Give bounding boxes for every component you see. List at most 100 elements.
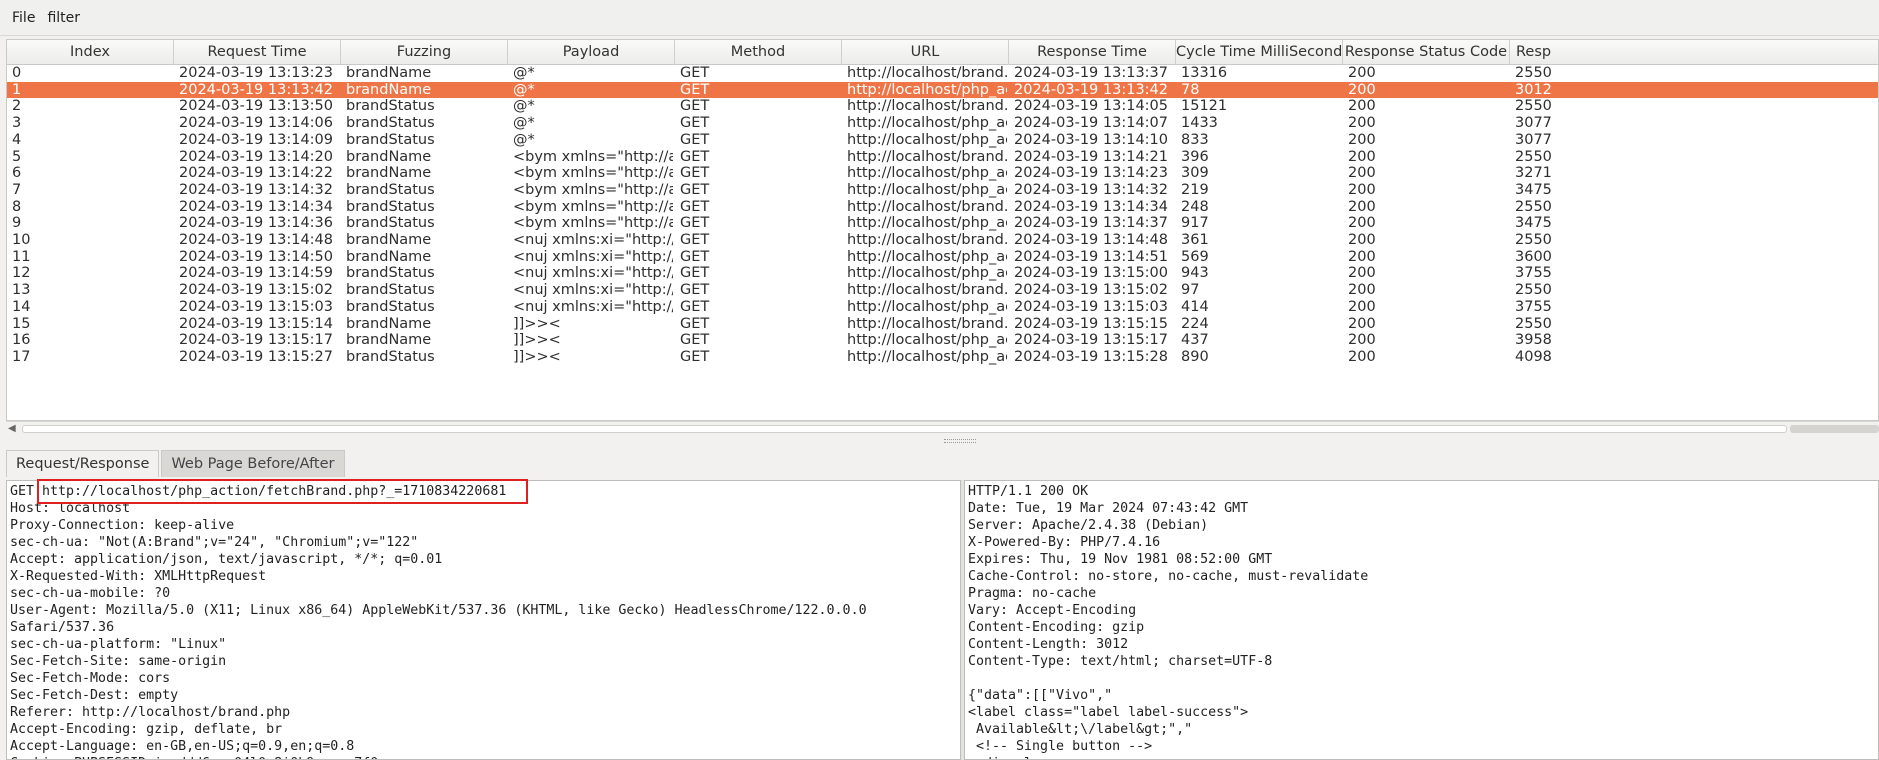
cell-col-method: GET: [680, 348, 710, 365]
table-row[interactable]: 3 2024-03-19 13:14:06 brandStatus @* GET http…: [7, 115, 1878, 132]
menu-filter[interactable]: filter: [41, 8, 86, 28]
header-col-fuzzing[interactable]: Fuzzing: [341, 40, 508, 65]
cell-col-status-code: 200: [1348, 315, 1376, 332]
header-col-request-time[interactable]: Request Time: [174, 40, 341, 65]
cell-col-url: http://localhost/brand.php: [847, 282, 1007, 299]
cell-col-cycle-time: 890: [1181, 348, 1209, 365]
cell-col-request-time: 2024-03-19 13:14:59: [179, 265, 333, 282]
tab-web-page-before-after[interactable]: Web Page Before/After: [161, 450, 345, 477]
cell-col-cycle-time: 396: [1181, 148, 1209, 165]
request-line: sec-ch-ua-platform: "Linux": [10, 637, 227, 652]
cell-col-cycle-time: 309: [1181, 165, 1209, 182]
table-row[interactable]: 14 2024-03-19 13:15:03 brandStatus <nuj xml…: [7, 299, 1878, 316]
cell-col-fuzzing: brandName: [346, 315, 432, 332]
cell-col-response: 2550: [1515, 65, 1552, 81]
table-row[interactable]: 10 2024-03-19 13:14:48 brandName <nuj xmlns…: [7, 232, 1878, 249]
cell-col-cycle-time: 224: [1181, 315, 1209, 332]
cell-col-status-code: 200: [1348, 181, 1376, 198]
cell-col-method: GET: [680, 265, 710, 282]
header-col-response[interactable]: Resp: [1510, 40, 1878, 65]
header-col-response-time[interactable]: Response Time: [1009, 40, 1176, 65]
header-col-cycle-time[interactable]: Cycle Time MilliSeconds: [1176, 40, 1343, 65]
cell-col-cycle-time: 917: [1181, 215, 1209, 232]
cell-col-response: 2550: [1515, 232, 1552, 248]
cell-col-request-time: 2024-03-19 13:13:23: [179, 65, 333, 81]
cell-col-cycle-time: 569: [1181, 248, 1209, 265]
cell-col-request-time: 2024-03-19 13:14:32: [179, 181, 333, 198]
menu-file[interactable]: File: [6, 8, 41, 28]
request-line: Accept-Language: en-GB,en-US;q=0.9,en;q=…: [10, 739, 355, 754]
table-row[interactable]: 1 2024-03-19 13:13:42 brandName @* GET http:/…: [7, 81, 1878, 99]
cell-col-response-time: 2024-03-19 13:14:37: [1014, 215, 1168, 232]
header-col-payload[interactable]: Payload: [508, 40, 675, 65]
response-line: Content-Length: 3012: [968, 637, 1129, 652]
cell-col-request-time: 2024-03-19 13:15:17: [179, 332, 333, 349]
tab-request-response[interactable]: Request/Response: [6, 450, 160, 477]
table-row[interactable]: 11 2024-03-19 13:14:50 brandName <nuj xmlns…: [7, 249, 1878, 266]
response-line: Content-Encoding: gzip: [968, 620, 1145, 635]
table-row[interactable]: 8 2024-03-19 13:14:34 brandStatus <bym xmln…: [7, 199, 1878, 216]
table-row[interactable]: 5 2024-03-19 13:14:20 brandName <bym xmlns=…: [7, 149, 1878, 166]
table-row[interactable]: 9 2024-03-19 13:14:36 brandStatus <bym xmln…: [7, 215, 1878, 232]
cell-col-cycle-time: 943: [1181, 265, 1209, 282]
cell-col-response: 2550: [1515, 148, 1552, 165]
cell-col-fuzzing: brandName: [346, 248, 432, 265]
cell-col-index: 7: [12, 181, 22, 198]
header-col-method[interactable]: Method: [675, 40, 842, 65]
cell-col-method: GET: [680, 181, 710, 198]
table-row[interactable]: 4 2024-03-19 13:14:09 brandStatus @* GET http…: [7, 132, 1878, 149]
header-col-status-code[interactable]: Response Status Code: [1343, 40, 1510, 65]
cell-col-fuzzing: brandName: [346, 81, 432, 98]
results-table: Index Request Time Fuzzing Payload Method URL…: [6, 39, 1879, 421]
cell-col-url: http://localhost/brand.php: [847, 232, 1007, 248]
table-row[interactable]: 16 2024-03-19 13:15:17 brandName]]>>< GET ht…: [7, 332, 1878, 349]
cell-col-payload: <nuj xmlns:xi="http://www.: [513, 265, 673, 282]
cell-col-fuzzing: brandStatus: [346, 98, 435, 115]
table-row[interactable]: 7 2024-03-19 13:14:32 brandStatus <bym xmln…: [7, 182, 1878, 199]
cell-col-payload: <bym xmlns="http://a.b/" xi: [513, 215, 673, 232]
cell-col-response-time: 2024-03-19 13:15:15: [1014, 315, 1168, 332]
cell-col-request-time: 2024-03-19 13:14:20: [179, 148, 333, 165]
horizontal-scrollbar[interactable]: ◀: [6, 421, 1879, 435]
cell-col-response-time: 2024-03-19 13:15:02: [1014, 282, 1168, 299]
request-line: Proxy-Connection: keep-alive: [10, 518, 235, 533]
response-line: HTTP/1.1 200 OK: [968, 484, 1089, 499]
cell-col-method: GET: [680, 315, 710, 332]
request-line: sec-ch-ua-mobile: ?0: [10, 586, 171, 601]
table-row[interactable]: 12 2024-03-19 13:14:59 brandStatus <nuj xml…: [7, 265, 1878, 282]
response-line: Server: Apache/2.4.38 (Debian): [968, 518, 1209, 533]
cell-col-method: GET: [680, 215, 710, 232]
cell-col-index: 15: [12, 315, 31, 332]
scrollbar-thumb[interactable]: [1790, 425, 1879, 433]
response-pane[interactable]: HTTP/1.1 200 OK Date: Tue, 19 Mar 2024 07…: [964, 480, 1879, 760]
cell-col-index: 2: [12, 98, 22, 115]
cell-col-fuzzing: brandStatus: [346, 131, 435, 148]
cell-col-index: 9: [12, 215, 22, 232]
request-pane[interactable]: GET http://localhost/php_action/fetchBra…: [6, 480, 961, 760]
cell-col-cycle-time: 1433: [1181, 115, 1218, 132]
header-col-url[interactable]: URL: [842, 40, 1009, 65]
cell-col-method: GET: [680, 115, 710, 132]
table-row[interactable]: 0 2024-03-19 13:13:23 brandName @* GET http:/…: [7, 65, 1878, 82]
cell-col-status-code: 200: [1348, 232, 1376, 248]
response-line: Date: Tue, 19 Mar 2024 07:43:42 GMT: [968, 501, 1249, 516]
cell-col-index: 10: [12, 232, 31, 248]
cell-col-payload: <nuj xmlns:xi="http://www.: [513, 248, 673, 265]
scroll-left-icon[interactable]: ◀: [8, 423, 16, 434]
scrollbar-track[interactable]: [22, 425, 1787, 433]
table-row[interactable]: 15 2024-03-19 13:15:14 brandName]]>>< GET ht…: [7, 316, 1878, 333]
cell-col-method: GET: [680, 282, 710, 299]
table-row[interactable]: 13 2024-03-19 13:15:02 brandStatus <nuj xml…: [7, 282, 1878, 299]
table-row[interactable]: 17 2024-03-19 13:15:27 brandStatus]]>>< GET…: [7, 349, 1878, 366]
cell-col-fuzzing: brandName: [346, 332, 432, 349]
table-row[interactable]: 6 2024-03-19 13:14:22 brandName <bym xmlns=…: [7, 165, 1878, 182]
header-col-index[interactable]: Index: [7, 40, 174, 65]
pane-splitter[interactable]: [0, 437, 1879, 445]
cell-col-method: GET: [680, 131, 710, 148]
cell-col-url: http://localhost/php_action: [847, 165, 1007, 182]
cell-col-fuzzing: brandStatus: [346, 298, 435, 315]
cell-col-method: GET: [680, 65, 710, 81]
splitter-grip-icon[interactable]: [944, 439, 976, 443]
table-row[interactable]: 2 2024-03-19 13:13:50 brandStatus @* GET http…: [7, 98, 1878, 115]
request-line: Cookie: PHPSESSID=ivcddd6ope04l0r8i0h9e.…: [10, 755, 957, 759]
